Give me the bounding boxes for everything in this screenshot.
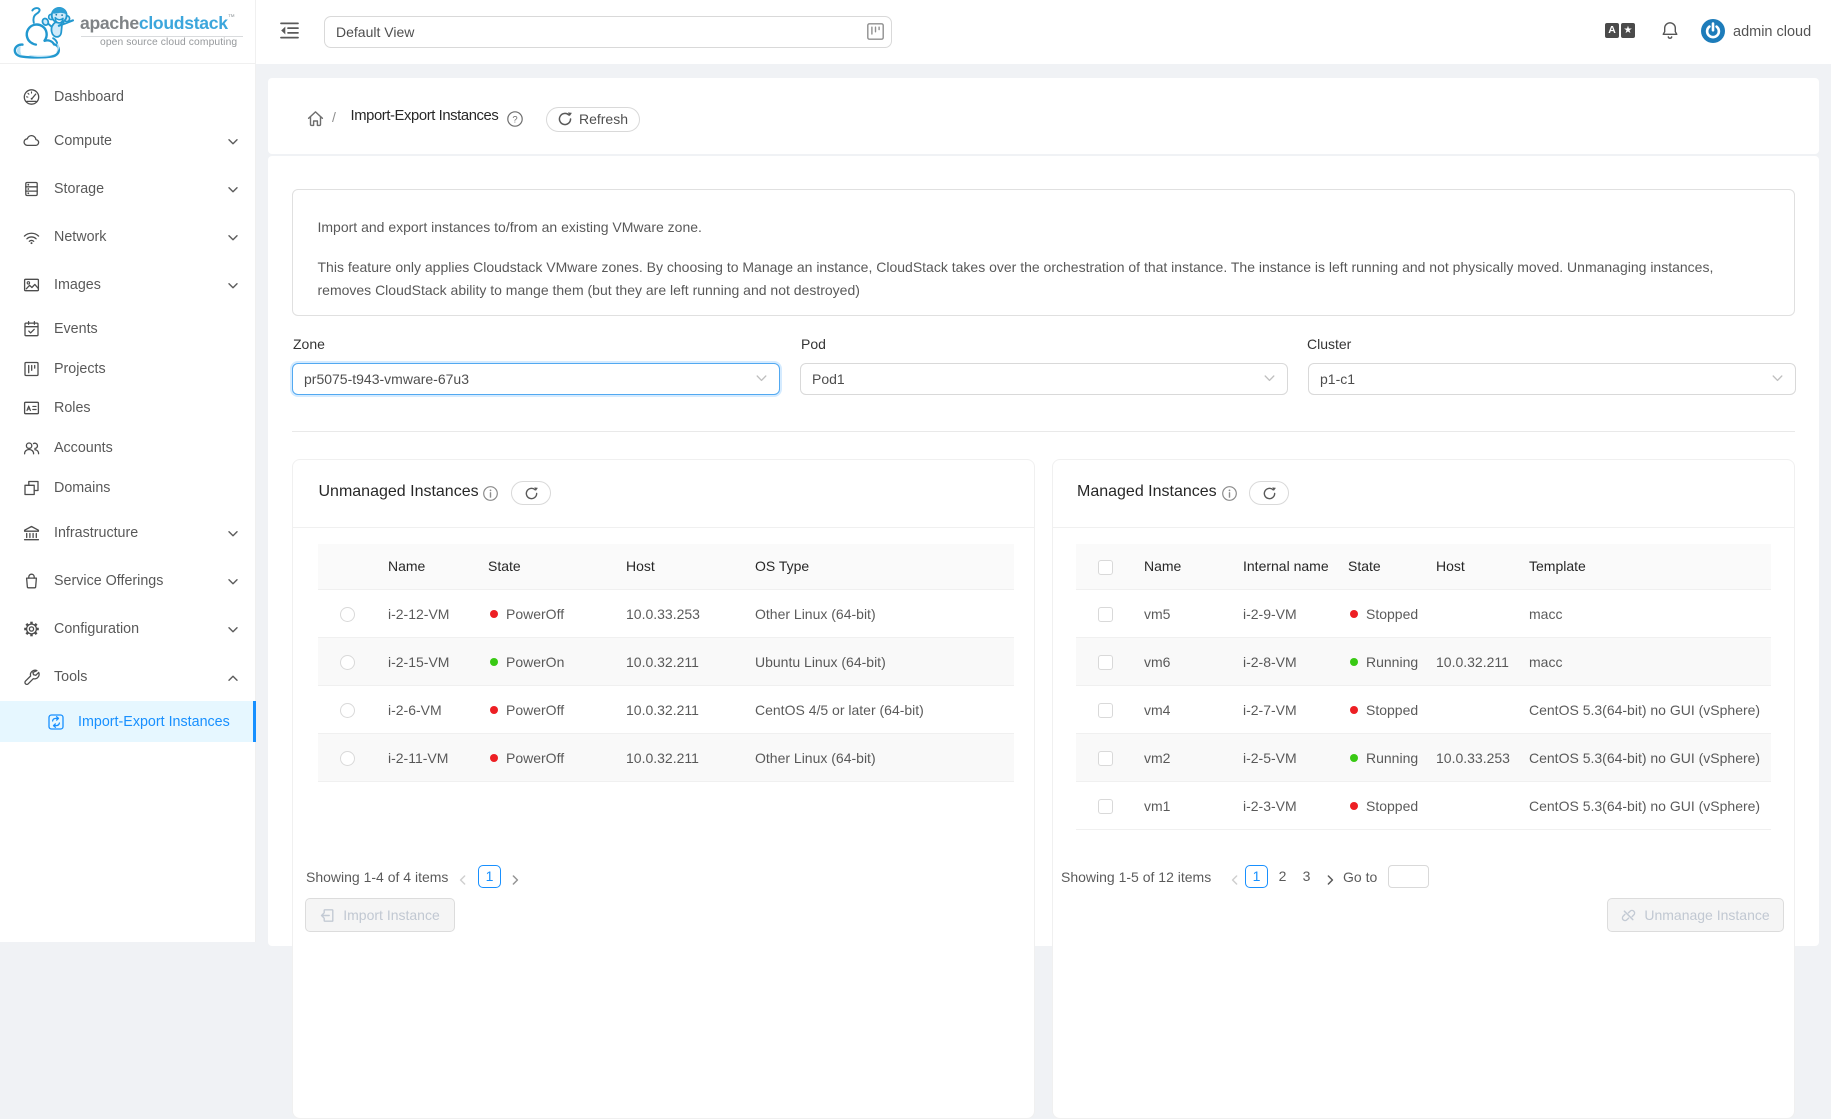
- svg-text:?: ?: [512, 114, 517, 125]
